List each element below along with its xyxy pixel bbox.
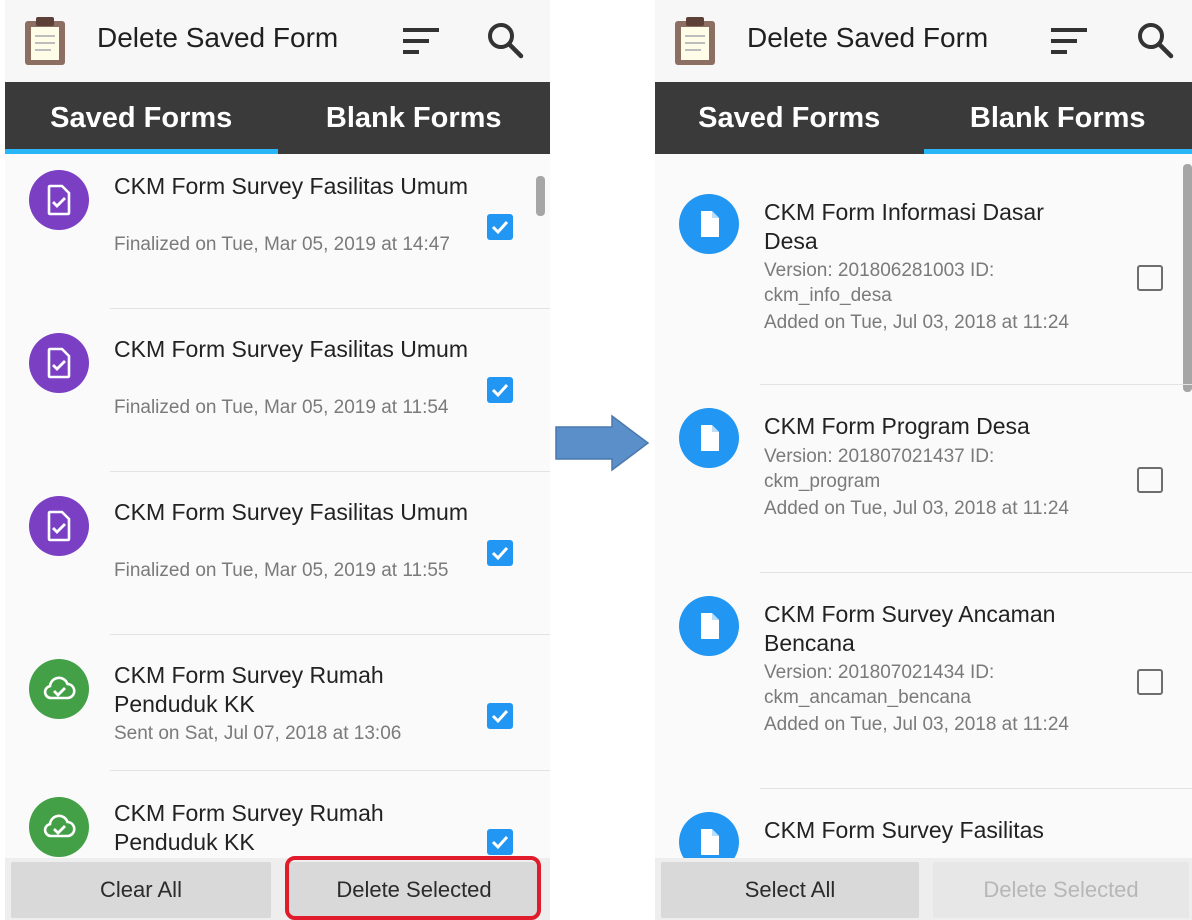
form-status: Finalized on Tue, Mar 05, 2019 at 11:55: [114, 560, 449, 581]
form-name: CKM Form Survey Fasilitas Umum: [114, 336, 468, 362]
item-checkbox[interactable]: [1137, 669, 1163, 695]
blank-form-icon: [679, 596, 739, 656]
form-added-date: Added on Tue, Jul 03, 2018 at 11:24: [764, 312, 1069, 333]
list-item[interactable]: CKM Form Survey Fasilitas Umum Finalized…: [5, 480, 550, 635]
app-bar: Delete Saved Form: [5, 0, 550, 82]
app-bar: Delete Saved Form: [655, 0, 1192, 82]
blank-form-icon: [679, 408, 739, 468]
saved-forms-screen: Delete Saved Form Saved Forms Blank Form…: [5, 0, 550, 920]
item-checkbox[interactable]: [487, 214, 513, 240]
transition-arrow-icon: [555, 414, 650, 472]
tab-bar: Saved Forms Blank Forms: [655, 82, 1192, 154]
form-name: CKM Form Survey Fasilitas Umum: [114, 499, 468, 525]
tab-label: Saved Forms: [50, 101, 233, 134]
form-added-date: Added on Tue, Jul 03, 2018 at 11:24: [764, 714, 1069, 735]
form-added-date: Added on Tue, Jul 03, 2018 at 11:24: [764, 498, 1069, 519]
search-icon[interactable]: [485, 20, 525, 60]
form-status: Sent on Sat, Jul 07, 2018 at 13:06: [114, 723, 402, 744]
bottom-action-bar: Select All Delete Selected: [655, 858, 1192, 920]
divider: [110, 770, 550, 771]
blank-form-icon: [679, 194, 739, 254]
clipboard-icon: [25, 17, 65, 65]
form-status: Finalized on Tue, Mar 05, 2019 at 14:47: [114, 234, 450, 255]
sort-icon[interactable]: [401, 24, 441, 58]
tab-blank-forms[interactable]: Blank Forms: [278, 82, 551, 154]
list-item[interactable]: CKM Form Program Desa Version: 201807021…: [655, 388, 1192, 574]
page-title: Delete Saved Form: [747, 22, 989, 53]
clipboard-icon: [675, 17, 715, 65]
page-title: Delete Saved Form: [97, 22, 339, 53]
list-item[interactable]: CKM Form Informasi Dasar Desa Version: 2…: [655, 174, 1192, 386]
delete-selected-button[interactable]: Delete Selected: [933, 862, 1189, 918]
select-all-button[interactable]: Select All: [661, 862, 919, 918]
form-version: Version: 201806281003 ID: ckm_info_desa: [764, 260, 995, 306]
bottom-action-bar: Clear All Delete Selected: [5, 856, 550, 920]
item-checkbox[interactable]: [487, 377, 513, 403]
blank-forms-list: CKM Form Informasi Dasar Desa Version: 2…: [655, 154, 1192, 858]
tab-saved-forms[interactable]: Saved Forms: [655, 82, 924, 154]
form-name: CKM Form Survey Fasilitas: [764, 817, 1044, 843]
tab-saved-forms[interactable]: Saved Forms: [5, 82, 278, 154]
item-checkbox[interactable]: [487, 829, 513, 855]
cloud-sent-icon: [29, 797, 89, 857]
form-name: CKM Form Survey Rumah Penduduk KK: [114, 800, 384, 855]
sort-icon[interactable]: [1049, 24, 1089, 58]
blank-form-icon: [679, 812, 739, 858]
divider: [760, 572, 1192, 573]
list-item[interactable]: CKM Form Survey Fasilitas Umum Finalized…: [5, 154, 550, 309]
cloud-sent-icon: [29, 659, 89, 719]
form-name: CKM Form Survey Fasilitas Umum: [114, 173, 468, 199]
list-item[interactable]: CKM Form Survey Ancaman Bencana Version:…: [655, 576, 1192, 790]
divider: [110, 308, 550, 309]
saved-forms-list: CKM Form Survey Fasilitas Umum Finalized…: [5, 154, 550, 858]
form-name: CKM Form Survey Ancaman Bencana: [764, 601, 1056, 656]
tab-bar: Saved Forms Blank Forms: [5, 82, 550, 154]
divider: [760, 384, 1192, 385]
tab-blank-forms[interactable]: Blank Forms: [923, 82, 1192, 154]
form-name: CKM Form Program Desa: [764, 413, 1030, 439]
form-name: CKM Form Survey Rumah Penduduk KK: [114, 662, 384, 717]
form-status: Finalized on Tue, Mar 05, 2019 at 11:54: [114, 397, 449, 418]
list-item[interactable]: CKM Form Survey Rumah Penduduk KK: [5, 781, 550, 858]
highlight-ring: [285, 856, 541, 920]
tab-label: Blank Forms: [325, 101, 502, 134]
finalized-form-icon: [29, 333, 89, 393]
finalized-form-icon: [29, 496, 89, 556]
tab-label: Blank Forms: [969, 101, 1146, 134]
divider: [760, 788, 1192, 789]
list-item[interactable]: CKM Form Survey Fasilitas Umum Finalized…: [5, 317, 550, 472]
list-item[interactable]: CKM Form Survey Rumah Penduduk KK Sent o…: [5, 643, 550, 771]
divider: [110, 634, 550, 635]
tab-label: Saved Forms: [698, 101, 881, 134]
list-item[interactable]: CKM Form Survey Fasilitas: [655, 792, 1192, 858]
form-version: Version: 201807021434 ID: ckm_ancaman_be…: [764, 662, 995, 708]
item-checkbox[interactable]: [487, 703, 513, 729]
item-checkbox[interactable]: [1137, 265, 1163, 291]
form-version: Version: 201807021437 ID: ckm_program: [764, 446, 995, 492]
finalized-form-icon: [29, 170, 89, 230]
item-checkbox[interactable]: [487, 540, 513, 566]
item-checkbox[interactable]: [1137, 467, 1163, 493]
divider: [110, 471, 550, 472]
blank-forms-screen: Delete Saved Form Saved Forms Blank Form…: [655, 0, 1192, 920]
form-name: CKM Form Informasi Dasar Desa: [764, 199, 1044, 254]
search-icon[interactable]: [1135, 20, 1175, 60]
clear-all-button[interactable]: Clear All: [11, 862, 271, 918]
